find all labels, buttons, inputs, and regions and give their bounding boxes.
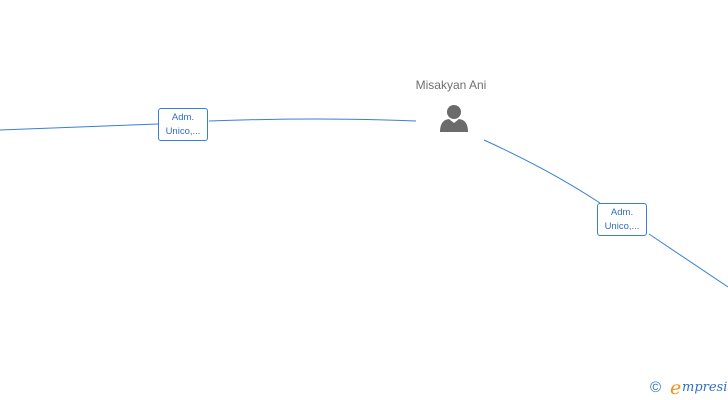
relation-box[interactable]: Adm. Unico,...: [597, 203, 647, 236]
relation-role-detail: Unico,...: [604, 221, 640, 232]
person-name[interactable]: Misakyan Ani: [396, 78, 506, 92]
brand-logo-text: mpresia: [682, 380, 728, 395]
relation-role: Adm.: [610, 207, 634, 218]
copyright-icon: ©: [650, 379, 662, 396]
relation-box[interactable]: Adm. Unico,...: [158, 108, 208, 141]
brand-logo-initial: e: [670, 377, 682, 399]
person-silhouette-icon[interactable]: [438, 104, 470, 134]
graph-edges: [0, 118, 728, 288]
edge-left: [0, 118, 417, 131]
relation-role: Adm.: [171, 112, 195, 123]
brand-footer: © e mpresia: [650, 377, 728, 399]
relation-role-detail: Unico,...: [165, 126, 201, 137]
relationship-graph: Misakyan Ani Adm. Unico,... Adm. Unico,.…: [0, 0, 728, 400]
